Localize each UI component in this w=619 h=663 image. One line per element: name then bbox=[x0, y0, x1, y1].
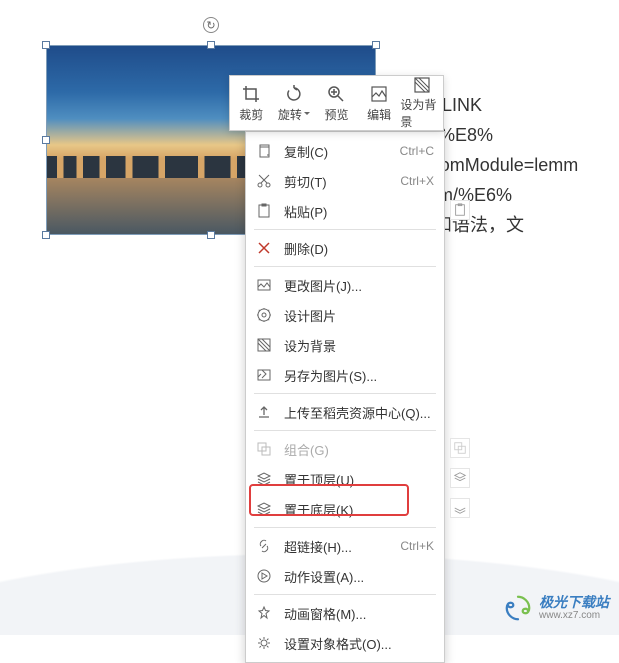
menu-label: 上传至稻壳资源中心(Q)... bbox=[284, 403, 434, 422]
watermark: 极光下载站 www.xz7.com bbox=[503, 593, 609, 623]
menu-send-back[interactable]: 置于底层(K) bbox=[246, 494, 444, 524]
design-icon bbox=[254, 305, 274, 325]
set-background-button[interactable]: 设为背景 bbox=[400, 76, 443, 130]
menu-hyperlink[interactable]: 超链接(H)... Ctrl+K bbox=[246, 531, 444, 561]
paste-icon bbox=[254, 201, 274, 221]
edit-button[interactable]: 编辑 bbox=[358, 76, 401, 130]
bg-icon bbox=[254, 335, 274, 355]
crop-icon bbox=[241, 84, 261, 104]
resize-handle-l[interactable] bbox=[42, 136, 50, 144]
image-mini-toolbar: 裁剪 旋转 预览 编辑 设为背景 bbox=[229, 75, 444, 131]
bring-front-icon bbox=[254, 469, 274, 489]
action-icon bbox=[254, 566, 274, 586]
format-icon bbox=[254, 633, 274, 653]
send-back-submenu-icon[interactable] bbox=[450, 498, 470, 518]
menu-label: 另存为图片(S)... bbox=[284, 366, 434, 385]
rotate-button[interactable]: 旋转 bbox=[273, 76, 316, 130]
magnify-icon bbox=[326, 84, 346, 104]
scissors-icon bbox=[254, 171, 274, 191]
rotate-handle[interactable]: ↻ bbox=[203, 17, 219, 33]
bring-front-submenu-icon[interactable] bbox=[450, 468, 470, 488]
menu-bring-front[interactable]: 置于顶层(U) bbox=[246, 464, 444, 494]
menu-group: 组合(G) bbox=[246, 434, 444, 464]
menu-paste[interactable]: 粘贴(P) bbox=[246, 196, 444, 226]
shortcut: Ctrl+C bbox=[400, 144, 434, 158]
paste-submenu-icon[interactable] bbox=[450, 200, 470, 220]
context-menu: 复制(C) Ctrl+C 剪切(T) Ctrl+X 粘贴(P) 删除(D) 更改… bbox=[245, 131, 445, 663]
preview-button[interactable]: 预览 bbox=[315, 76, 358, 130]
menu-label: 组合(G) bbox=[284, 440, 434, 459]
save-image-icon bbox=[254, 365, 274, 385]
menu-upload[interactable]: 上传至稻壳资源中心(Q)... bbox=[246, 397, 444, 427]
menu-action[interactable]: 动作设置(A)... bbox=[246, 561, 444, 591]
menu-label: 复制(C) bbox=[284, 142, 400, 161]
resize-handle-tr[interactable] bbox=[372, 41, 380, 49]
menu-label: 更改图片(J)... bbox=[284, 276, 434, 295]
send-back-icon bbox=[254, 499, 274, 519]
shortcut: Ctrl+K bbox=[400, 539, 434, 553]
menu-copy[interactable]: 复制(C) Ctrl+C bbox=[246, 136, 444, 166]
separator bbox=[254, 527, 436, 528]
crop-label: 裁剪 bbox=[239, 106, 263, 123]
menu-anim-pane[interactable]: 动画窗格(M)... bbox=[246, 598, 444, 628]
resize-handle-bl[interactable] bbox=[42, 231, 50, 239]
menu-change-image[interactable]: 更改图片(J)... bbox=[246, 270, 444, 300]
resize-handle-b[interactable] bbox=[207, 231, 215, 239]
menu-save-as-image[interactable]: 另存为图片(S)... bbox=[246, 360, 444, 390]
group-submenu-icon bbox=[450, 438, 470, 458]
preview-label: 预览 bbox=[324, 106, 348, 123]
edit-label: 编辑 bbox=[367, 106, 391, 123]
menu-label: 剪切(T) bbox=[284, 172, 400, 191]
menu-label: 粘贴(P) bbox=[284, 202, 434, 221]
watermark-logo-icon bbox=[503, 593, 533, 623]
separator bbox=[254, 266, 436, 267]
separator bbox=[254, 430, 436, 431]
rotate-icon bbox=[284, 84, 304, 104]
menu-delete[interactable]: 删除(D) bbox=[246, 233, 444, 263]
watermark-title: 极光下载站 bbox=[539, 595, 609, 610]
rotate-label: 旋转 bbox=[278, 106, 302, 123]
menu-cut[interactable]: 剪切(T) Ctrl+X bbox=[246, 166, 444, 196]
menu-label: 动画窗格(M)... bbox=[284, 604, 434, 623]
watermark-url: www.xz7.com bbox=[539, 610, 609, 621]
separator bbox=[254, 393, 436, 394]
menu-label: 删除(D) bbox=[284, 239, 434, 258]
menu-label: 设计图片 bbox=[284, 306, 434, 325]
chevron-down-icon bbox=[304, 107, 310, 121]
resize-handle-t[interactable] bbox=[207, 41, 215, 49]
animation-icon bbox=[254, 603, 274, 623]
crop-button[interactable]: 裁剪 bbox=[230, 76, 273, 130]
upload-icon bbox=[254, 402, 274, 422]
menu-label: 动作设置(A)... bbox=[284, 567, 434, 586]
background-icon bbox=[412, 76, 432, 94]
image-edit-icon bbox=[369, 84, 389, 104]
delete-icon bbox=[254, 238, 274, 258]
copy-icon bbox=[254, 141, 274, 161]
setbg-label: 设为背景 bbox=[400, 96, 443, 130]
separator bbox=[254, 229, 436, 230]
shortcut: Ctrl+X bbox=[400, 174, 434, 188]
menu-label: 置于底层(K) bbox=[284, 500, 434, 519]
menu-format-obj[interactable]: 设置对象格式(O)... bbox=[246, 628, 444, 658]
menu-label: 超链接(H)... bbox=[284, 537, 400, 556]
group-icon bbox=[254, 439, 274, 459]
menu-set-bg[interactable]: 设为背景 bbox=[246, 330, 444, 360]
menu-label: 置于顶层(U) bbox=[284, 470, 434, 489]
separator bbox=[254, 594, 436, 595]
resize-handle-tl[interactable] bbox=[42, 41, 50, 49]
menu-label: 设为背景 bbox=[284, 336, 434, 355]
menu-design-image[interactable]: 设计图片 bbox=[246, 300, 444, 330]
link-icon bbox=[254, 536, 274, 556]
menu-label: 设置对象格式(O)... bbox=[284, 634, 434, 653]
change-image-icon bbox=[254, 275, 274, 295]
